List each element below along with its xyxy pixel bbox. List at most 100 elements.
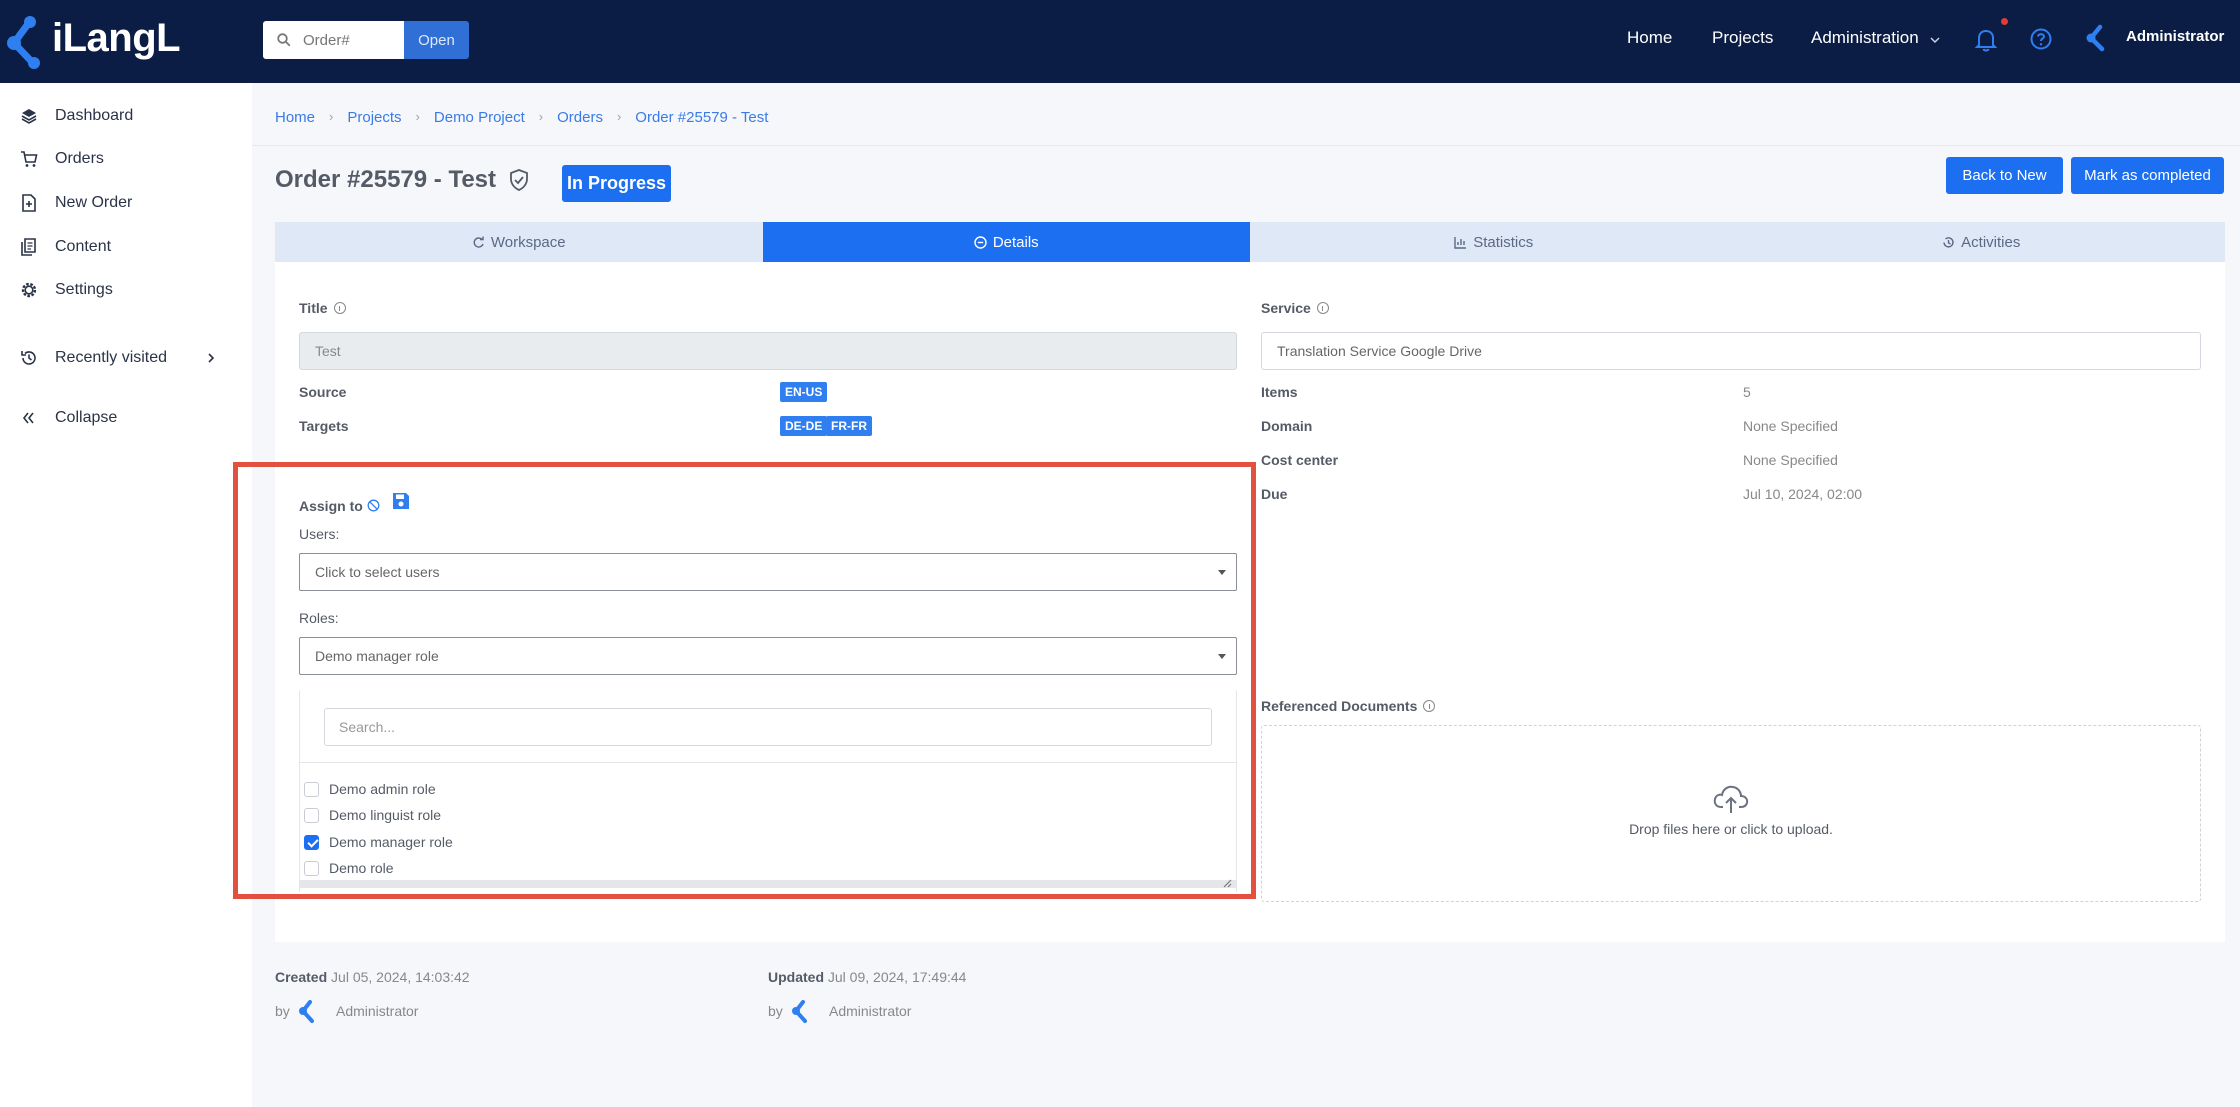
history-icon <box>21 351 36 365</box>
nav-administration[interactable]: Administration <box>1811 28 1919 48</box>
tab-workspace[interactable]: Workspace <box>275 222 763 262</box>
sidebar-item-label: Settings <box>55 281 113 298</box>
target-language-tag: DE-DE <box>780 416 828 436</box>
breadcrumb-separator: › <box>329 109 334 124</box>
info-icon[interactable] <box>1423 700 1436 712</box>
service-label: Service <box>1261 300 1329 316</box>
chevron-down-icon[interactable] <box>1930 36 1940 44</box>
sidebar-item-label: Recently visited <box>55 349 168 366</box>
updated-by-name[interactable]: Administrator <box>829 1003 911 1019</box>
order-search <box>263 21 404 59</box>
bell-icon[interactable] <box>1975 28 1997 52</box>
sidebar-item-orders[interactable]: Orders <box>0 139 252 179</box>
breadcrumb-item[interactable]: Home <box>275 109 315 126</box>
breadcrumb-item[interactable]: Orders <box>557 109 603 126</box>
divider <box>252 145 2240 146</box>
sidebar-item-label: Dashboard <box>55 107 134 124</box>
back-to-new-button[interactable]: Back to New <box>1946 157 2063 194</box>
sidebar-item-label: Collapse <box>55 409 118 426</box>
status-badge: In Progress <box>562 165 671 202</box>
chevron-right-icon <box>208 353 215 363</box>
refresh-icon <box>473 236 484 248</box>
history-icon <box>1943 236 1954 248</box>
notification-dot <box>2001 18 2008 25</box>
tab-label: Details <box>992 233 1039 251</box>
due-value: Jul 10, 2024, 02:00 <box>1743 486 1863 502</box>
sidebar: Dashboard Orders New Order Content Setti… <box>0 83 252 1107</box>
target-language-tag: FR-FR <box>826 416 872 436</box>
breadcrumb-separator: › <box>415 109 420 124</box>
mark-completed-button[interactable]: Mark as completed <box>2071 157 2224 194</box>
tab-label: Statistics <box>1473 233 1534 251</box>
tab-statistics[interactable]: Statistics <box>1250 222 1738 262</box>
nav-projects[interactable]: Projects <box>1712 28 1773 48</box>
breadcrumb-separator: › <box>538 109 544 124</box>
items-label: Items <box>1261 384 1298 400</box>
sidebar-item-label: Content <box>55 238 112 255</box>
sidebar-item-dashboard[interactable]: Dashboard <box>0 96 252 136</box>
shield-check-icon <box>510 169 528 191</box>
drop-zone-text: Drop files here or click to upload. <box>1629 821 1833 837</box>
referenced-documents-label: Referenced Documents <box>1261 698 1436 714</box>
top-bar: iLangL Open Home Projects Administration… <box>0 0 2240 83</box>
tab-label: Activities <box>1961 233 2021 251</box>
order-number-input[interactable] <box>303 31 393 49</box>
cost-center-value: None Specified <box>1743 452 1838 468</box>
new-file-icon <box>22 194 36 212</box>
breadcrumb-item[interactable]: Demo Project <box>434 109 525 126</box>
double-chevron-left-icon <box>22 412 34 424</box>
domain-value: None Specified <box>1743 418 1838 434</box>
logo-icon <box>7 16 40 69</box>
cart-icon <box>21 151 38 167</box>
sidebar-item-new-order[interactable]: New Order <box>0 183 252 223</box>
avatar-icon[interactable] <box>2086 21 2112 53</box>
title-field: Test <box>299 332 1237 370</box>
minus-circle-icon <box>974 235 987 249</box>
user-name[interactable]: Administrator <box>2126 28 2224 45</box>
due-label: Due <box>1261 486 1288 502</box>
chart-icon <box>1454 236 1467 249</box>
updated-by-label: by <box>768 1003 783 1019</box>
tab-details[interactable]: Details <box>762 222 1250 262</box>
breadcrumb: Home › Projects › Demo Project › Orders › Or… <box>275 109 768 126</box>
breadcrumb-item[interactable]: Projects <box>347 109 401 126</box>
avatar-icon <box>792 1000 807 1023</box>
targets-label: Targets <box>299 418 349 434</box>
tab-activities[interactable]: Activities <box>1738 222 2226 262</box>
sidebar-item-settings[interactable]: Settings <box>0 270 252 310</box>
created-by-label: by <box>275 1003 290 1019</box>
breadcrumb-separator: › <box>616 109 622 124</box>
app-logo[interactable]: iLangL <box>0 0 252 83</box>
source-label: Source <box>299 384 347 400</box>
service-field[interactable]: Translation Service Google Drive <box>1261 332 2201 370</box>
tab-bar: Workspace Details Statistics Activities <box>275 222 2225 262</box>
sidebar-item-label: Orders <box>55 150 104 167</box>
open-order-button[interactable]: Open <box>404 21 469 59</box>
items-value: 5 <box>1743 384 1751 400</box>
info-icon[interactable] <box>333 302 346 314</box>
avatar-icon <box>299 1000 314 1023</box>
gear-icon <box>21 282 37 298</box>
created-by-name[interactable]: Administrator <box>336 1003 418 1019</box>
info-icon[interactable] <box>1316 302 1329 314</box>
domain-label: Domain <box>1261 418 1313 434</box>
tab-label: Workspace <box>490 233 566 251</box>
nav-home[interactable]: Home <box>1627 28 1672 48</box>
source-language-tag: EN-US <box>780 382 828 402</box>
sidebar-item-collapse[interactable]: Collapse <box>0 398 252 438</box>
layers-icon <box>21 109 37 124</box>
sidebar-item-recently-visited[interactable]: Recently visited <box>0 338 252 378</box>
updated-info: Updated Jul 09, 2024, 17:49:44 <box>768 969 967 985</box>
documents-icon <box>21 238 36 256</box>
title-label: Title <box>299 300 346 316</box>
sidebar-item-label: New Order <box>55 194 133 211</box>
highlight-box <box>233 462 1256 899</box>
logo-text: iLangL <box>52 16 181 60</box>
cost-center-label: Cost center <box>1261 452 1339 468</box>
sidebar-item-content[interactable]: Content <box>0 227 252 267</box>
search-icon <box>277 33 291 47</box>
breadcrumb-item[interactable]: Order #25579 - Test <box>635 109 768 126</box>
created-info: Created Jul 05, 2024, 14:03:42 <box>275 969 470 985</box>
page-title: Order #25579 - Test <box>275 166 497 193</box>
help-icon[interactable] <box>2030 28 2052 50</box>
